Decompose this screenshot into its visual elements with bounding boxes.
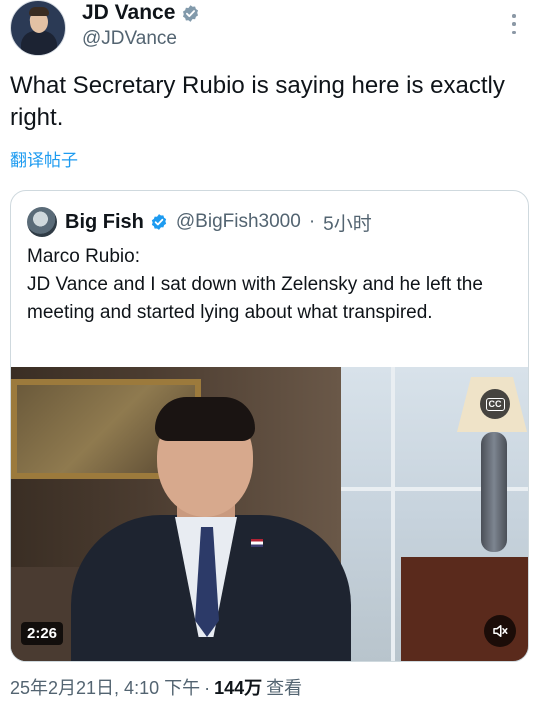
tweet-meta-row: 25年2月21日, 4:10 下午 · 144万 查看 [10, 674, 302, 700]
views-count: 144万 [214, 678, 263, 698]
quoted-author-handle[interactable]: @BigFish3000 [176, 211, 301, 233]
quoted-tweet-header: Big Fish @BigFish3000 · 5小时 [27, 207, 372, 237]
author-handle[interactable]: @JDVance [82, 28, 177, 50]
side-table [401, 557, 528, 661]
author-avatar[interactable] [10, 0, 66, 56]
quoted-author-avatar[interactable] [27, 207, 57, 237]
quoted-text-line-quote: JD Vance and I sat down with Zelensky an… [27, 274, 483, 323]
closed-captions-button[interactable]: CC [480, 389, 510, 419]
author-display-name[interactable]: JD Vance [82, 1, 175, 25]
tweet-timestamp[interactable]: 25年2月21日, 4:10 下午 [10, 674, 200, 700]
views-label: 查看 [266, 678, 303, 698]
more-options-icon[interactable] [505, 12, 523, 36]
cc-icon: CC [485, 397, 505, 411]
muted-speaker-icon [493, 625, 508, 637]
tweet-header: JD Vance @JDVance [10, 0, 527, 62]
meta-separator: · [204, 678, 211, 698]
mute-toggle-button[interactable] [484, 615, 516, 647]
quoted-time-ago[interactable]: 5小时 [323, 209, 372, 236]
lamp-base [481, 432, 507, 552]
quoted-verified-badge-icon [150, 213, 168, 231]
dot-separator: · [308, 211, 316, 232]
quoted-author-display-name[interactable]: Big Fish [65, 211, 144, 234]
quoted-tweet-text: Marco Rubio: JD Vance and I sat down wit… [27, 243, 517, 327]
verified-badge-icon [181, 4, 200, 23]
author-name-row: JD Vance [82, 1, 200, 25]
quoted-tweet-card[interactable]: Big Fish @BigFish3000 · 5小时 Marco Rubio:… [10, 190, 529, 662]
tweet-text: What Secretary Rubio is saying here is e… [10, 72, 505, 131]
video-speaker [71, 387, 351, 661]
translate-post-link[interactable]: 翻译帖子 [10, 146, 78, 171]
video-player[interactable]: CC 2:26 [11, 367, 528, 661]
video-duration-badge: 2:26 [21, 622, 64, 645]
quoted-text-line-speaker: Marco Rubio: [27, 246, 140, 267]
flag-pin [251, 539, 263, 547]
window-frame-vertical [391, 367, 395, 661]
